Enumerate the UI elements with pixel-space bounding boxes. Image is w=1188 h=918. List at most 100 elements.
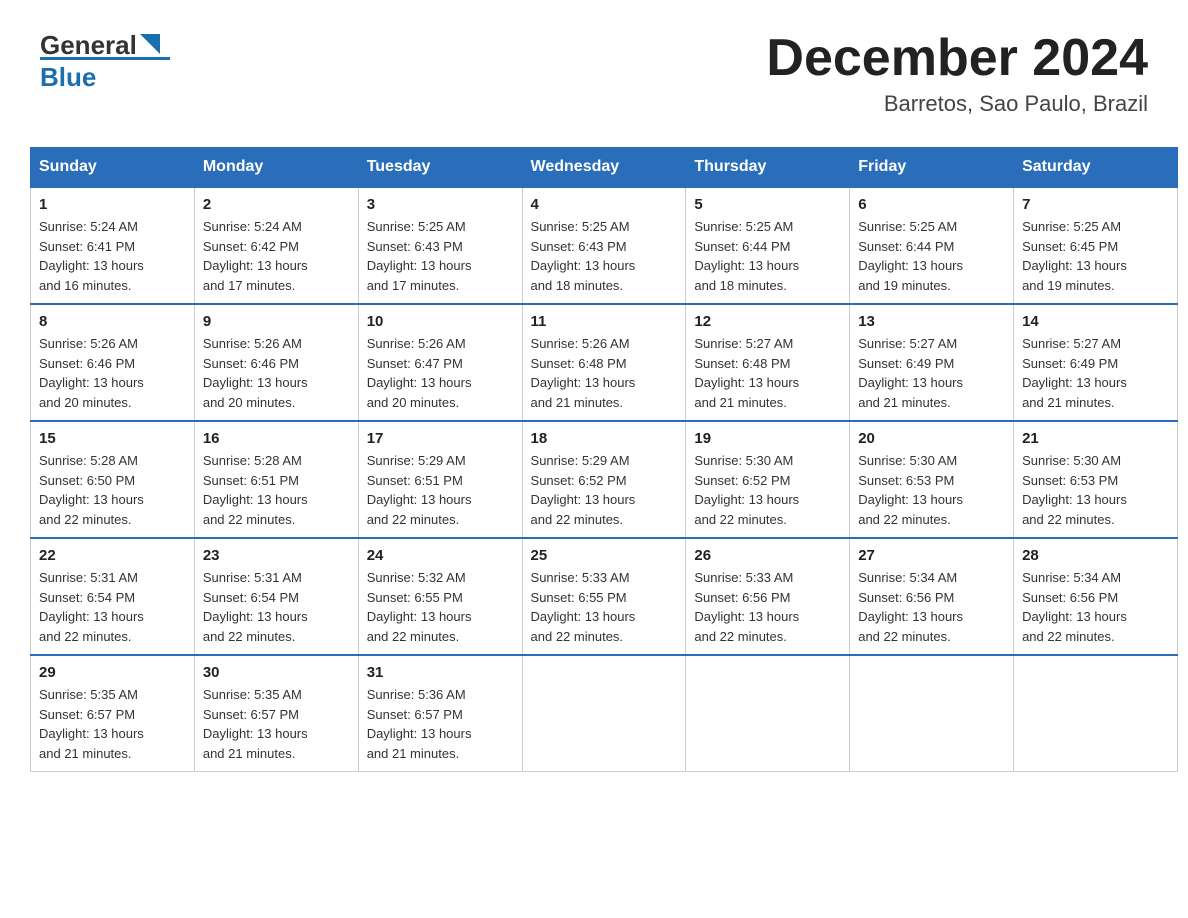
day-info: Sunrise: 5:36 AMSunset: 6:57 PMDaylight:… — [367, 685, 514, 763]
table-row: 16Sunrise: 5:28 AMSunset: 6:51 PMDayligh… — [194, 421, 358, 538]
table-row: 19 Sunrise: 5:30 AMSunset: 6:52 PMDayligh… — [686, 421, 850, 538]
day-number: 25 — [531, 547, 678, 564]
day-info: Sunrise: 5:26 AMSunset: 6:46 PMDaylight:… — [203, 334, 350, 412]
day-info: Sunrise: 5:31 AMSunset: 6:54 PMDaylight:… — [39, 568, 186, 646]
day-number: 1 — [39, 196, 186, 213]
location-text: Barretos, Sao Paulo, Brazil — [766, 91, 1148, 117]
day-number: 14 — [1022, 313, 1169, 330]
table-row: 28Sunrise: 5:34 AMSunset: 6:56 PMDayligh… — [1014, 538, 1178, 655]
table-row: 9 Sunrise: 5:26 AMSunset: 6:46 PMDaylight… — [194, 304, 358, 421]
day-info: Sunrise: 5:25 AMSunset: 6:43 PMDaylight:… — [531, 217, 678, 295]
day-number: 13 — [858, 313, 1005, 330]
day-number: 3 — [367, 196, 514, 213]
calendar-week-1: 1 Sunrise: 5:24 AMSunset: 6:41 PMDaylight… — [31, 187, 1178, 304]
day-info: Sunrise: 5:26 AMSunset: 6:46 PMDaylight:… — [39, 334, 186, 412]
header-tuesday: Tuesday — [358, 148, 522, 188]
table-row: 15 Sunrise: 5:28 AMSunset: 6:50 PMDayligh… — [31, 421, 195, 538]
day-number: 9 — [203, 313, 350, 330]
day-number: 22 — [39, 547, 186, 564]
table-row: 13 Sunrise: 5:27 AMSunset: 6:49 PMDayligh… — [850, 304, 1014, 421]
table-row: 23Sunrise: 5:31 AMSunset: 6:54 PMDayligh… — [194, 538, 358, 655]
table-row — [686, 655, 850, 772]
day-info: Sunrise: 5:24 AMSunset: 6:42 PMDaylight:… — [203, 217, 350, 295]
day-info: Sunrise: 5:28 AMSunset: 6:51 PMDaylight:… — [203, 451, 350, 529]
day-number: 6 — [858, 196, 1005, 213]
day-number: 12 — [694, 313, 841, 330]
day-number: 23 — [203, 547, 350, 564]
table-row: 26 Sunrise: 5:33 AMSunset: 6:56 PMDayligh… — [686, 538, 850, 655]
day-info: Sunrise: 5:35 AMSunset: 6:57 PMDaylight:… — [39, 685, 186, 763]
day-info: Sunrise: 5:28 AMSunset: 6:50 PMDaylight:… — [39, 451, 186, 529]
logo-triangle-icon — [140, 34, 160, 54]
day-number: 26 — [694, 547, 841, 564]
day-number: 19 — [694, 430, 841, 447]
day-info: Sunrise: 5:26 AMSunset: 6:47 PMDaylight:… — [367, 334, 514, 412]
calendar-table: Sunday Monday Tuesday Wednesday Thursday… — [30, 147, 1178, 772]
day-number: 2 — [203, 196, 350, 213]
day-info: Sunrise: 5:27 AMSunset: 6:48 PMDaylight:… — [694, 334, 841, 412]
day-info: Sunrise: 5:34 AMSunset: 6:56 PMDaylight:… — [1022, 568, 1169, 646]
table-row: 21Sunrise: 5:30 AMSunset: 6:53 PMDayligh… — [1014, 421, 1178, 538]
day-info: Sunrise: 5:33 AMSunset: 6:56 PMDaylight:… — [694, 568, 841, 646]
day-info: Sunrise: 5:25 AMSunset: 6:43 PMDaylight:… — [367, 217, 514, 295]
table-row: 29 Sunrise: 5:35 AMSunset: 6:57 PMDayligh… — [31, 655, 195, 772]
header-sunday: Sunday — [31, 148, 195, 188]
day-info: Sunrise: 5:25 AMSunset: 6:45 PMDaylight:… — [1022, 217, 1169, 295]
day-info: Sunrise: 5:26 AMSunset: 6:48 PMDaylight:… — [531, 334, 678, 412]
table-row — [850, 655, 1014, 772]
day-number: 15 — [39, 430, 186, 447]
table-row — [522, 655, 686, 772]
day-info: Sunrise: 5:25 AMSunset: 6:44 PMDaylight:… — [858, 217, 1005, 295]
day-info: Sunrise: 5:29 AMSunset: 6:51 PMDaylight:… — [367, 451, 514, 529]
table-row: 18 Sunrise: 5:29 AMSunset: 6:52 PMDayligh… — [522, 421, 686, 538]
day-info: Sunrise: 5:25 AMSunset: 6:44 PMDaylight:… — [694, 217, 841, 295]
table-row: 25 Sunrise: 5:33 AMSunset: 6:55 PMDayligh… — [522, 538, 686, 655]
table-row: 30 Sunrise: 5:35 AMSunset: 6:57 PMDayligh… — [194, 655, 358, 772]
day-info: Sunrise: 5:34 AMSunset: 6:56 PMDaylight:… — [858, 568, 1005, 646]
day-number: 17 — [367, 430, 514, 447]
table-row: 2 Sunrise: 5:24 AMSunset: 6:42 PMDaylight… — [194, 187, 358, 304]
day-number: 20 — [858, 430, 1005, 447]
day-info: Sunrise: 5:29 AMSunset: 6:52 PMDaylight:… — [531, 451, 678, 529]
day-number: 11 — [531, 313, 678, 330]
day-number: 31 — [367, 664, 514, 681]
day-number: 30 — [203, 664, 350, 681]
table-row: 12 Sunrise: 5:27 AMSunset: 6:48 PMDayligh… — [686, 304, 850, 421]
day-number: 10 — [367, 313, 514, 330]
day-number: 18 — [531, 430, 678, 447]
day-info: Sunrise: 5:33 AMSunset: 6:55 PMDaylight:… — [531, 568, 678, 646]
calendar-week-4: 22 Sunrise: 5:31 AMSunset: 6:54 PMDayligh… — [31, 538, 1178, 655]
table-row: 1 Sunrise: 5:24 AMSunset: 6:41 PMDaylight… — [31, 187, 195, 304]
day-info: Sunrise: 5:30 AMSunset: 6:53 PMDaylight:… — [1022, 451, 1169, 529]
calendar-week-5: 29 Sunrise: 5:35 AMSunset: 6:57 PMDayligh… — [31, 655, 1178, 772]
table-row: 14 Sunrise: 5:27 AMSunset: 6:49 PMDayligh… — [1014, 304, 1178, 421]
day-number: 29 — [39, 664, 186, 681]
calendar-week-2: 8 Sunrise: 5:26 AMSunset: 6:46 PMDaylight… — [31, 304, 1178, 421]
month-title: December 2024 — [766, 30, 1148, 87]
day-info: Sunrise: 5:27 AMSunset: 6:49 PMDaylight:… — [1022, 334, 1169, 412]
day-number: 5 — [694, 196, 841, 213]
calendar-week-3: 15 Sunrise: 5:28 AMSunset: 6:50 PMDayligh… — [31, 421, 1178, 538]
table-row: 20Sunrise: 5:30 AMSunset: 6:53 PMDayligh… — [850, 421, 1014, 538]
day-number: 7 — [1022, 196, 1169, 213]
logo-blue-text: Blue — [40, 62, 96, 92]
table-row — [1014, 655, 1178, 772]
table-row: 24Sunrise: 5:32 AMSunset: 6:55 PMDayligh… — [358, 538, 522, 655]
day-info: Sunrise: 5:35 AMSunset: 6:57 PMDaylight:… — [203, 685, 350, 763]
header-thursday: Thursday — [686, 148, 850, 188]
day-info: Sunrise: 5:27 AMSunset: 6:49 PMDaylight:… — [858, 334, 1005, 412]
table-row: 4 Sunrise: 5:25 AMSunset: 6:43 PMDaylight… — [522, 187, 686, 304]
table-row: 3 Sunrise: 5:25 AMSunset: 6:43 PMDaylight… — [358, 187, 522, 304]
day-number: 8 — [39, 313, 186, 330]
header-saturday: Saturday — [1014, 148, 1178, 188]
table-row: 31 Sunrise: 5:36 AMSunset: 6:57 PMDayligh… — [358, 655, 522, 772]
calendar-header-row: Sunday Monday Tuesday Wednesday Thursday… — [31, 148, 1178, 188]
header-friday: Friday — [850, 148, 1014, 188]
day-info: Sunrise: 5:24 AMSunset: 6:41 PMDaylight:… — [39, 217, 186, 295]
day-number: 24 — [367, 547, 514, 564]
day-number: 4 — [531, 196, 678, 213]
day-info: Sunrise: 5:30 AMSunset: 6:52 PMDaylight:… — [694, 451, 841, 529]
table-row: 5 Sunrise: 5:25 AMSunset: 6:44 PMDaylight… — [686, 187, 850, 304]
header-monday: Monday — [194, 148, 358, 188]
day-number: 27 — [858, 547, 1005, 564]
